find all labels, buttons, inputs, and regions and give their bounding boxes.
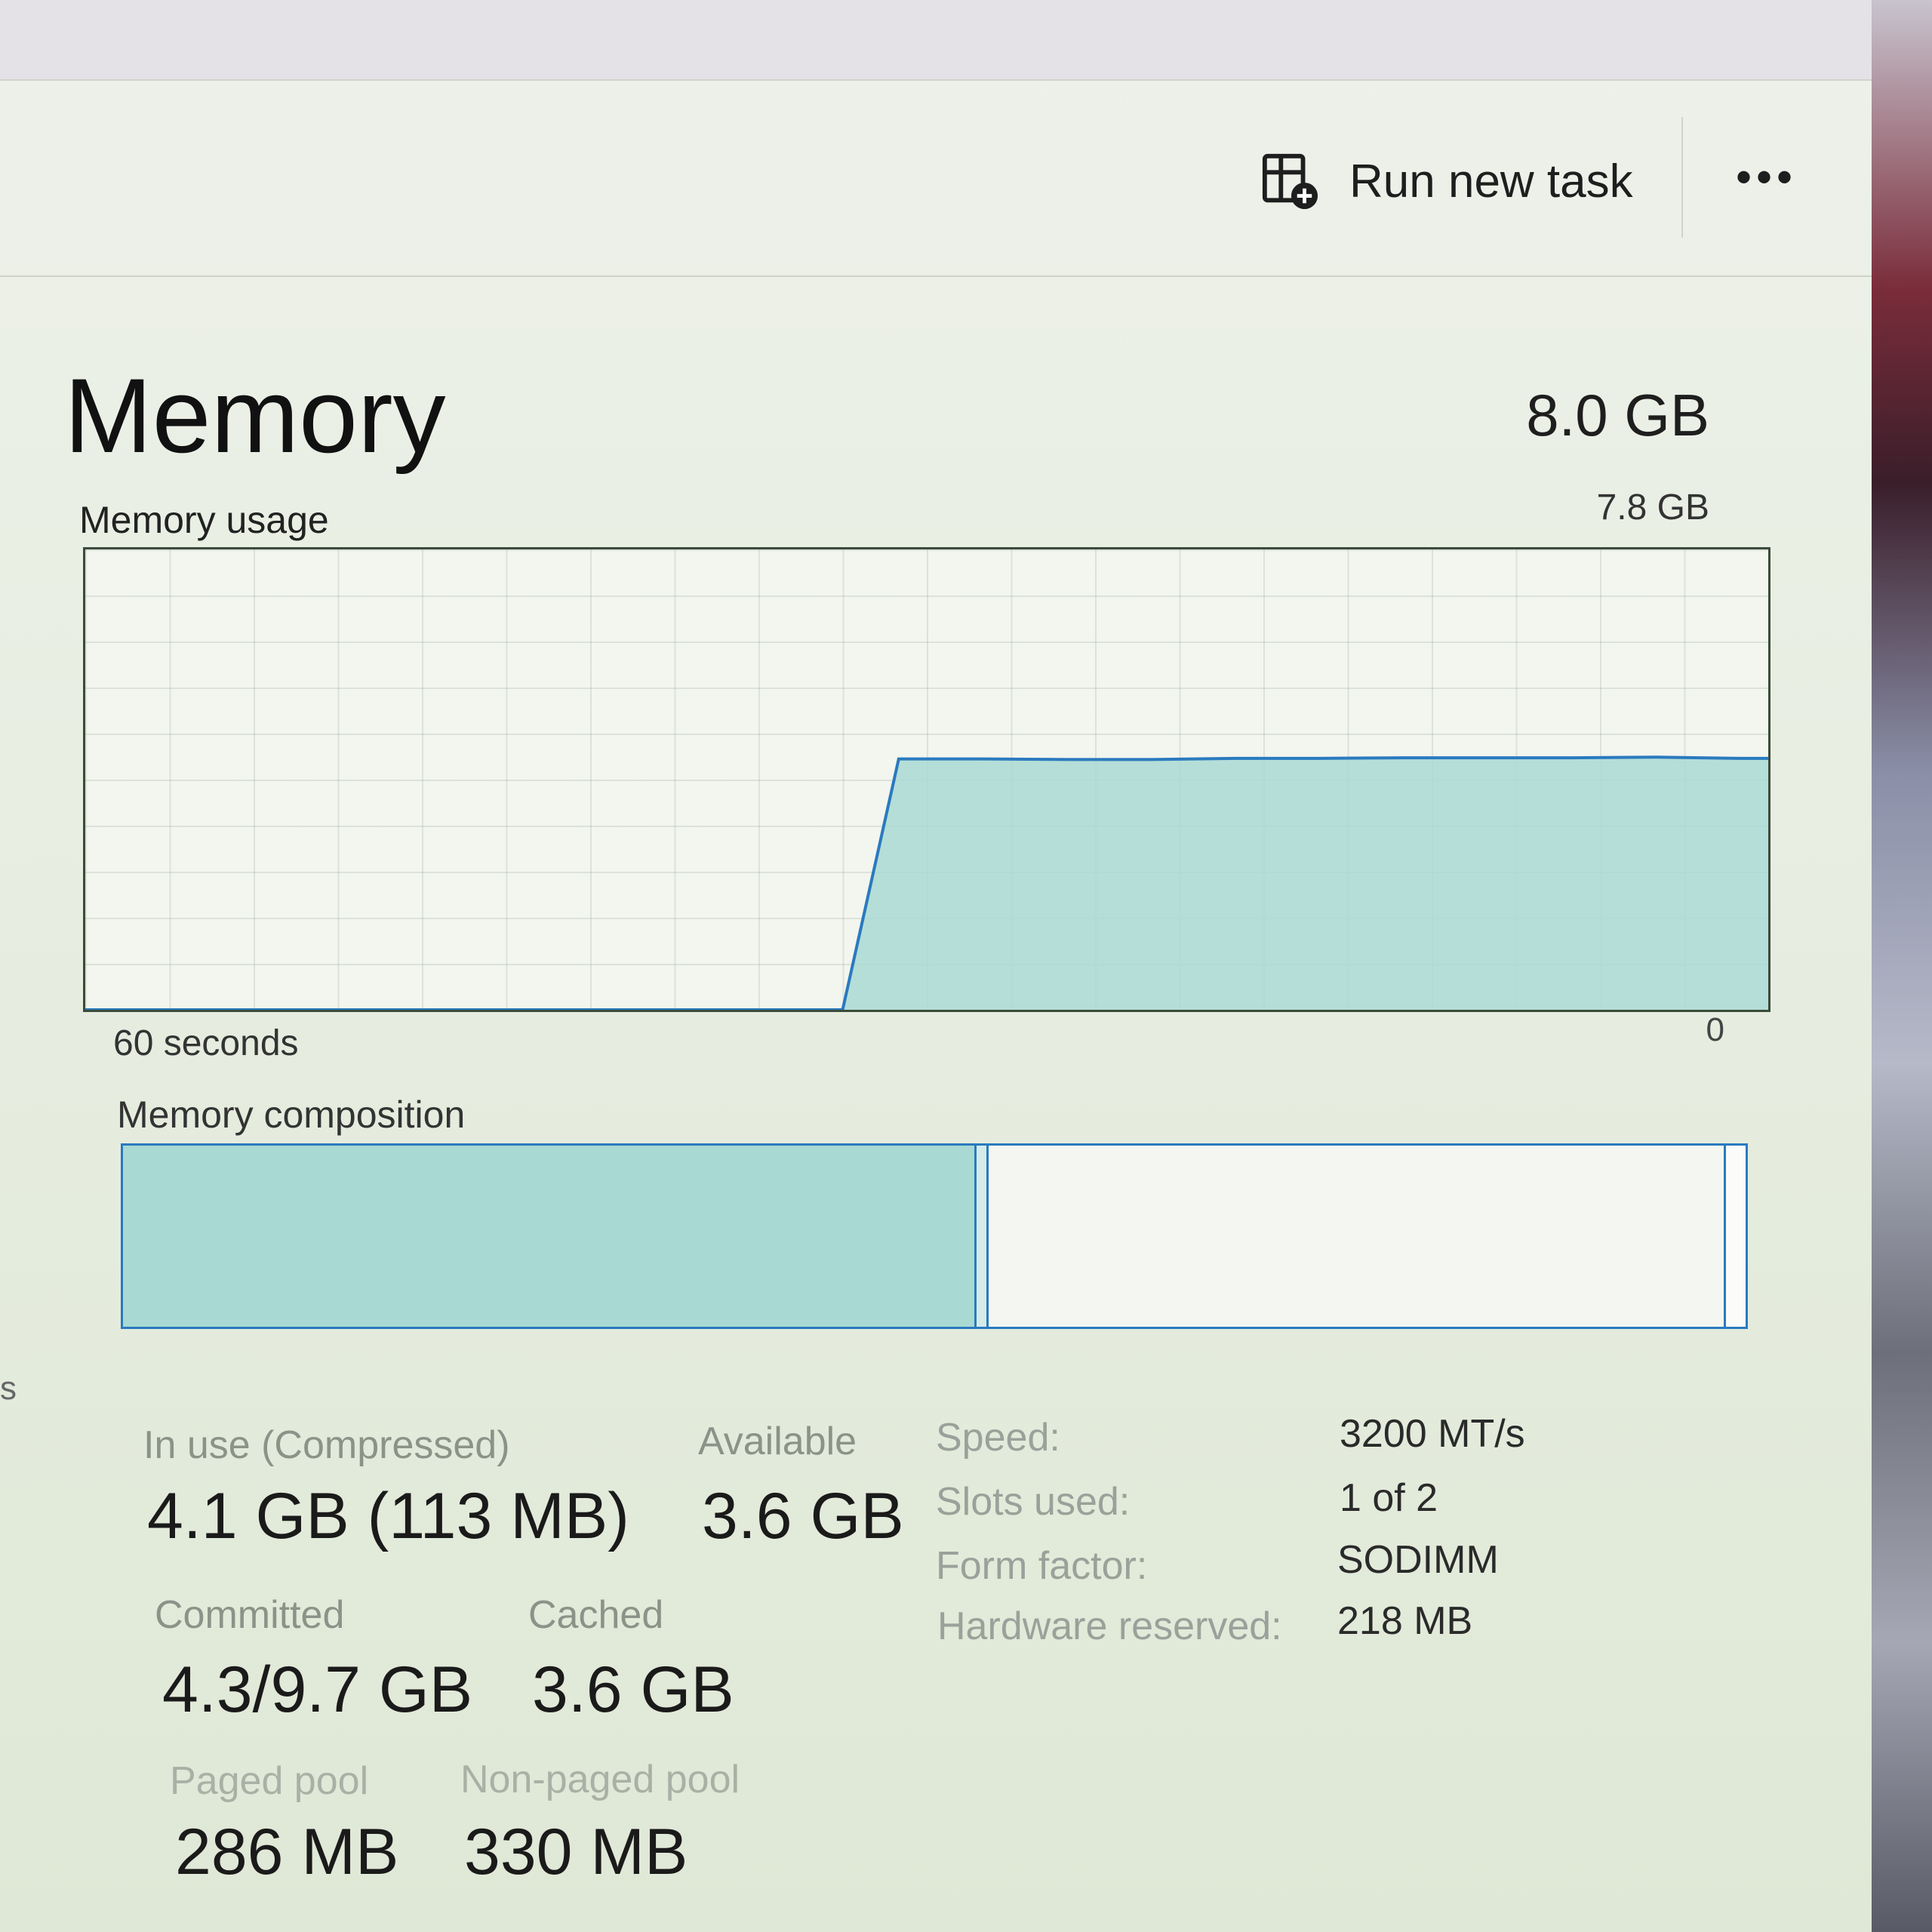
in-use-label: In use (Compressed)	[143, 1423, 510, 1467]
toolbar: Run new task •••	[0, 79, 1872, 277]
memory-usage-chart	[85, 755, 1768, 1010]
committed-label: Committed	[155, 1593, 345, 1637]
available-label: Available	[698, 1420, 857, 1463]
graph-time-span: 60 seconds	[113, 1023, 299, 1063]
speed-value: 3200 MT/s	[1340, 1412, 1525, 1456]
composition-free-segment[interactable]	[1726, 1146, 1746, 1327]
more-options-button[interactable]: •••	[1736, 151, 1797, 203]
memory-usage-label: Memory usage	[79, 499, 329, 541]
run-new-task-label: Run new task	[1349, 155, 1633, 208]
committed-value: 4.3/9.7 GB	[162, 1654, 473, 1726]
form-factor-value: SODIMM	[1337, 1538, 1499, 1582]
composition-in-use-segment[interactable]	[123, 1146, 977, 1327]
slots-used-value: 1 of 2	[1340, 1476, 1438, 1520]
memory-usage-point	[898, 758, 900, 760]
hardware-reserved-label: Hardware reserved:	[937, 1604, 1282, 1648]
in-use-value: 4.1 GB (113 MB)	[147, 1480, 629, 1552]
edge-glyph: s	[0, 1370, 17, 1407]
memory-usage-area	[85, 757, 1768, 1010]
memory-usage-point	[1655, 756, 1657, 758]
paged-pool-value: 286 MB	[175, 1816, 399, 1888]
desktop-wallpaper	[1864, 0, 1932, 1932]
memory-usage-point	[1150, 758, 1152, 760]
cached-value: 3.6 GB	[532, 1654, 734, 1726]
toolbar-divider	[1681, 117, 1683, 238]
memory-usage-point	[1066, 758, 1068, 760]
memory-usage-graph	[83, 547, 1770, 1012]
cached-label: Cached	[528, 1593, 664, 1637]
task-manager-window: Run new task ••• Memory 8.0 GB Memory us…	[0, 0, 1872, 1932]
non-paged-pool-value: 330 MB	[464, 1816, 688, 1888]
composition-standby-segment[interactable]	[989, 1146, 1727, 1327]
composition-modified-segment[interactable]	[977, 1146, 989, 1327]
graph-min-value: 0	[1706, 1011, 1724, 1048]
available-value: 3.6 GB	[702, 1480, 904, 1552]
speed-label: Speed:	[936, 1416, 1060, 1460]
run-new-task-button[interactable]: Run new task	[1260, 140, 1633, 223]
paged-pool-label: Paged pool	[170, 1759, 369, 1803]
non-paged-pool-label: Non-paged pool	[460, 1758, 740, 1801]
slots-used-label: Slots used:	[936, 1480, 1131, 1524]
memory-usage-max: 7.8 GB	[1596, 488, 1709, 528]
hardware-reserved-value: 218 MB	[1337, 1599, 1473, 1643]
total-memory: 8.0 GB	[1526, 382, 1709, 448]
memory-composition-bar	[121, 1143, 1748, 1329]
page-title: Memory	[64, 356, 446, 475]
title-bar	[0, 0, 1872, 81]
run-task-icon	[1262, 153, 1318, 210]
form-factor-label: Form factor:	[936, 1544, 1148, 1588]
memory-composition-label: Memory composition	[117, 1094, 466, 1136]
